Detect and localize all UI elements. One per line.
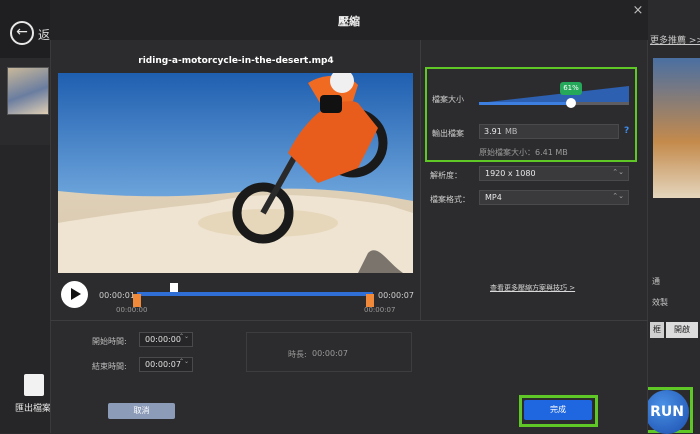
- right-panel-item[interactable]: 效製: [652, 297, 668, 308]
- chevron-updown-icon: ⌃⌄: [612, 192, 624, 200]
- output-file-label: 輸出檔案: [432, 129, 464, 138]
- duration-label: 時長:: [288, 350, 307, 359]
- total-time: 00:00:07: [378, 291, 414, 300]
- resolution-label: 解析度：: [430, 171, 462, 180]
- compression-tips-link[interactable]: 查看更多壓縮方案與技巧 >: [490, 283, 575, 293]
- question-icon[interactable]: ?: [624, 126, 629, 136]
- trim-end-time: 00:00:07: [364, 306, 396, 314]
- current-time: 00:00:01: [99, 291, 135, 300]
- end-time-input[interactable]: 00:00:07 ⌃⌄: [139, 357, 193, 372]
- right-preview-image: [653, 58, 700, 198]
- trim-start-time: 00:00:00: [116, 306, 148, 314]
- done-button[interactable]: 完成: [524, 400, 592, 420]
- play-button[interactable]: [61, 281, 88, 308]
- more-recommend-link[interactable]: 更多推薦 >>: [650, 33, 700, 46]
- start-time-input[interactable]: 00:00:00 ⌃⌄: [139, 332, 193, 347]
- size-slider-thumb[interactable]: [566, 98, 576, 108]
- divider: [420, 40, 421, 320]
- end-time-value: 00:00:07: [145, 360, 181, 369]
- file-size-label: 檔案大小: [432, 95, 464, 104]
- close-icon[interactable]: ×: [630, 3, 646, 19]
- frame-button[interactable]: 框: [650, 322, 664, 338]
- back-arrow-icon[interactable]: ←: [10, 21, 34, 45]
- divider: [50, 320, 648, 321]
- start-time-value: 00:00:00: [145, 335, 181, 344]
- size-percent-badge: 61%: [560, 82, 582, 95]
- playhead[interactable]: [170, 283, 178, 292]
- timeline-track[interactable]: [137, 292, 373, 296]
- end-time-label: 結束時間:: [92, 362, 127, 371]
- resolution-value: 1920 x 1080: [485, 169, 536, 178]
- size-slider-fill: [479, 102, 571, 105]
- media-thumbnail[interactable]: [7, 67, 49, 115]
- cancel-button[interactable]: 取消: [108, 403, 175, 419]
- motorcycle-scene-image: [58, 73, 413, 273]
- chevron-updown-icon: ⌃⌄: [612, 168, 624, 176]
- export-file-icon[interactable]: [24, 374, 44, 396]
- start-time-label: 開始時間:: [92, 337, 127, 346]
- right-panel-item[interactable]: 通: [652, 276, 660, 287]
- format-label: 檔案格式：: [430, 195, 470, 204]
- original-file-size: 原始檔案大小：6.41 MB: [479, 148, 568, 157]
- output-size-value: 3.91: [484, 127, 502, 136]
- stepper-icon[interactable]: ⌃⌄: [179, 359, 189, 365]
- format-value: MP4: [485, 193, 502, 202]
- duration-value: 00:00:07: [312, 349, 348, 358]
- stepper-icon[interactable]: ⌃⌄: [179, 334, 189, 340]
- video-file-name: riding-a-motorcycle-in-the-desert.mp4: [138, 56, 334, 66]
- dialog-title: 壓縮: [338, 15, 360, 28]
- open-button[interactable]: 開啟: [666, 322, 698, 338]
- output-size-unit: MB: [505, 127, 518, 136]
- video-preview[interactable]: [58, 73, 413, 273]
- run-button[interactable]: RUN: [645, 390, 689, 434]
